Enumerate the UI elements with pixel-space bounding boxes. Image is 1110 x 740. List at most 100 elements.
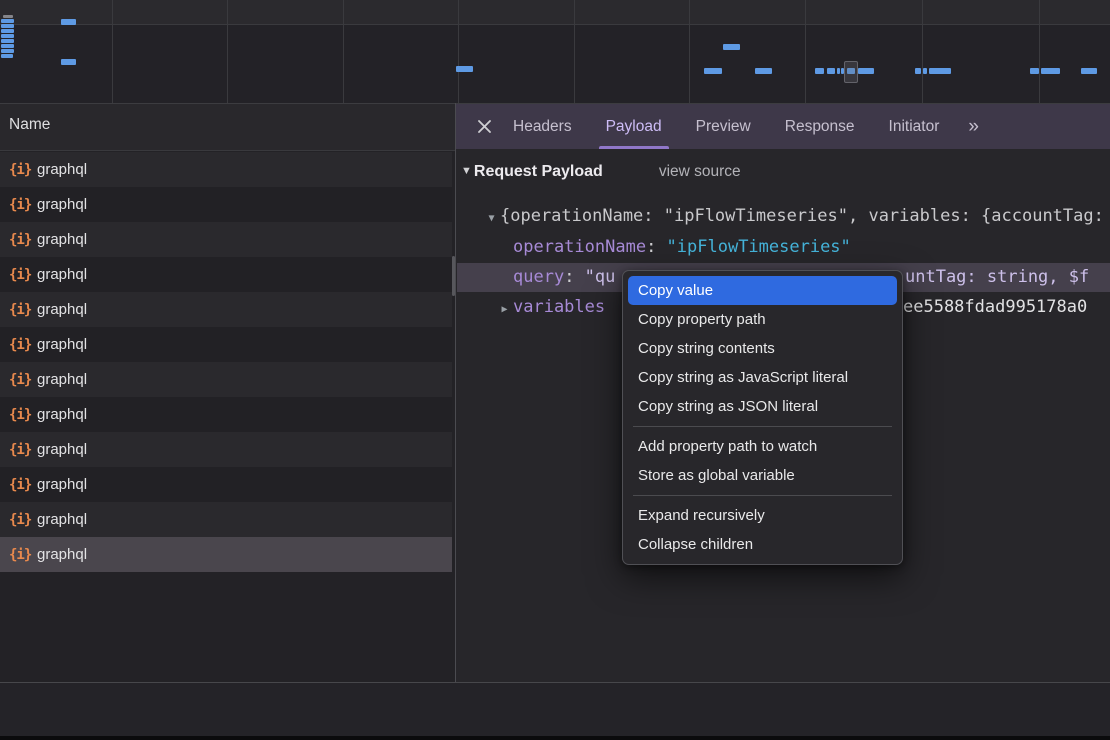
request-row[interactable]: {i}graphql (0, 537, 452, 572)
overview-gridline (458, 0, 459, 103)
overview-gridline (1039, 0, 1040, 103)
request-name: graphql (37, 196, 87, 213)
request-payload-section-header[interactable]: ▼Request Payload view source (456, 163, 1110, 187)
overview-gridline (112, 0, 113, 103)
json-braces-icon: {i} (9, 407, 35, 423)
waterfall-bar (755, 68, 772, 74)
request-row[interactable]: {i}graphql (0, 362, 452, 397)
waterfall-bar (915, 68, 921, 74)
request-list-panel: Name {i}graphql{i}graphql{i}graphql{i}gr… (0, 104, 455, 682)
waterfall-bar (929, 68, 951, 74)
request-row[interactable]: {i}graphql (0, 152, 452, 187)
json-braces-icon: {i} (9, 547, 35, 563)
tab-initiator[interactable]: Initiator (874, 104, 955, 149)
view-source-link[interactable]: view source (659, 163, 741, 180)
key-colon: : (646, 237, 666, 257)
waterfall-bar (1, 39, 14, 43)
menu-item-expand-recursively[interactable]: Expand recursively (628, 501, 897, 530)
close-icon[interactable] (474, 117, 494, 137)
request-rows: {i}graphql{i}graphql{i}graphql{i}graphql… (0, 152, 452, 572)
network-overview-timeline[interactable] (0, 0, 1110, 104)
waterfall-bar (1, 54, 13, 58)
menu-item-add-property-path-to-watch[interactable]: Add property path to watch (628, 432, 897, 461)
summary-bar (0, 683, 1110, 736)
request-row[interactable]: {i}graphql (0, 432, 452, 467)
menu-item-copy-property-path[interactable]: Copy property path (628, 305, 897, 334)
request-name: graphql (37, 231, 87, 248)
request-name: graphql (37, 371, 87, 388)
menu-item-copy-value[interactable]: Copy value (628, 276, 897, 305)
more-tabs-icon[interactable]: » (960, 116, 985, 138)
request-row[interactable]: {i}graphql (0, 292, 452, 327)
waterfall-bar (1081, 68, 1097, 74)
tab-payload[interactable]: Payload (591, 104, 677, 149)
request-name: graphql (37, 476, 87, 493)
variables-expand-icon[interactable]: ▶ (496, 295, 513, 322)
property-key: query (513, 267, 564, 287)
json-braces-icon: {i} (9, 337, 35, 353)
json-braces-icon: {i} (9, 162, 35, 178)
request-name: graphql (37, 546, 87, 563)
request-row[interactable]: {i}graphql (0, 397, 452, 432)
tab-label: Initiator (889, 118, 940, 136)
property-key: variables (513, 297, 605, 317)
request-row[interactable]: {i}graphql (0, 327, 452, 362)
tab-preview[interactable]: Preview (681, 104, 766, 149)
payload-root-row[interactable]: ▼{operationName: "ipFlowTimeseries", var… (456, 202, 1110, 231)
waterfall-bar (61, 19, 76, 25)
menu-item-copy-string-as-json-literal[interactable]: Copy string as JSON literal (628, 392, 897, 421)
waterfall-bar (1, 34, 14, 38)
json-braces-icon: {i} (9, 267, 35, 283)
request-name: graphql (37, 266, 87, 283)
tab-label: Payload (606, 118, 662, 136)
menu-separator (633, 426, 892, 427)
waterfall-bar (815, 68, 824, 74)
payload-row-operationName[interactable]: operationName: "ipFlowTimeseries" (456, 233, 1110, 262)
request-row[interactable]: {i}graphql (0, 502, 452, 537)
request-name: graphql (37, 441, 87, 458)
json-braces-icon: {i} (9, 442, 35, 458)
tab-headers[interactable]: Headers (498, 104, 587, 149)
detail-tabs: Headers Payload Preview Response Initiator (494, 104, 954, 149)
waterfall-bar (827, 68, 835, 74)
menu-item-store-as-global-variable[interactable]: Store as global variable (628, 461, 897, 490)
menu-item-copy-string-as-javascript-literal[interactable]: Copy string as JavaScript literal (628, 363, 897, 392)
window-bottom-edge (0, 736, 1110, 740)
waterfall-bar (1, 19, 14, 23)
overview-top-band (0, 0, 1110, 25)
object-preview-text: {operationName: "ipFlowTimeseries", vari… (500, 206, 1104, 226)
context-menu: Copy valueCopy property pathCopy string … (622, 270, 903, 565)
section-title: Request Payload (474, 163, 603, 180)
request-row[interactable]: {i}graphql (0, 187, 452, 222)
object-collapse-icon[interactable]: ▼ (483, 204, 500, 231)
request-row[interactable]: {i}graphql (0, 257, 452, 292)
name-column-label: Name (9, 116, 50, 134)
waterfall-bar (1, 24, 14, 28)
variables-preview-fragment: ee5588fdad995178a0 (903, 293, 1087, 322)
json-braces-icon: {i} (9, 512, 35, 528)
tab-label: Response (785, 118, 855, 136)
tab-response[interactable]: Response (770, 104, 870, 149)
request-name: graphql (37, 336, 87, 353)
waterfall-bar (704, 68, 722, 74)
waterfall-bar (858, 68, 874, 74)
name-column-header[interactable]: Name (0, 104, 455, 151)
devtools-network-panel: Name {i}graphql{i}graphql{i}graphql{i}gr… (0, 0, 1110, 740)
request-row[interactable]: {i}graphql (0, 467, 452, 502)
menu-item-collapse-children[interactable]: Collapse children (628, 530, 897, 559)
request-row[interactable]: {i}graphql (0, 222, 452, 257)
request-name: graphql (37, 511, 87, 528)
overview-gridline (227, 0, 228, 103)
waterfall-bar (1030, 68, 1039, 74)
menu-separator (633, 495, 892, 496)
waterfall-bar (923, 68, 927, 74)
menu-item-copy-string-contents[interactable]: Copy string contents (628, 334, 897, 363)
property-value: "ipFlowTimeseries" (667, 237, 851, 257)
json-braces-icon: {i} (9, 302, 35, 318)
detail-tabbar: Headers Payload Preview Response Initiator » (456, 104, 1110, 149)
tab-label: Preview (696, 118, 751, 136)
json-braces-icon: {i} (9, 372, 35, 388)
waterfall-bar (3, 15, 13, 18)
request-name: graphql (37, 301, 87, 318)
section-collapse-icon[interactable]: ▼ (461, 165, 472, 177)
